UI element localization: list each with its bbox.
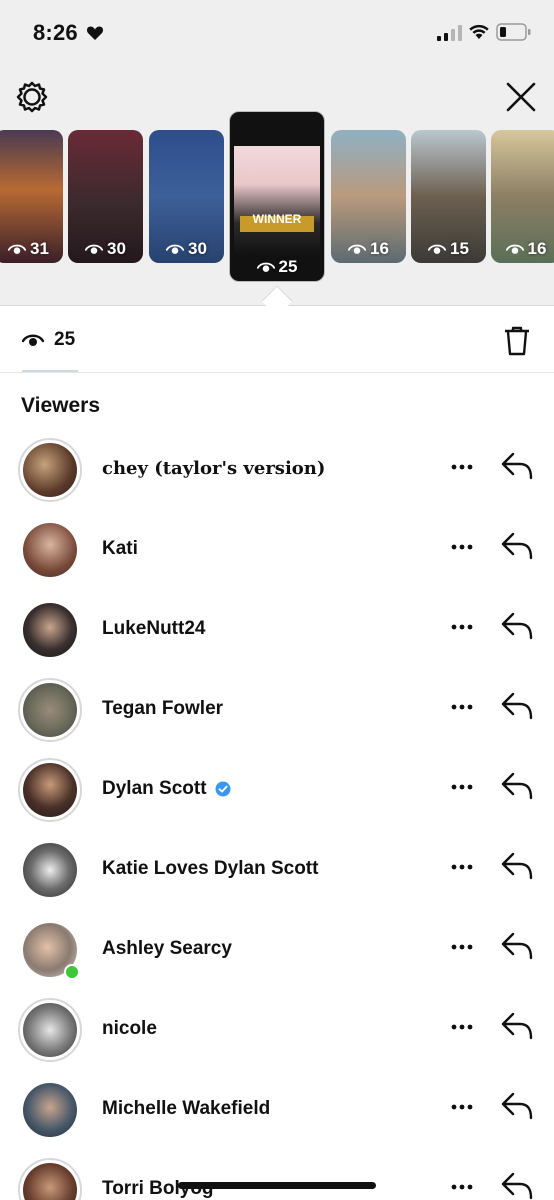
viewer-row[interactable]: Tegan Fowler [0,678,554,758]
more-options-icon[interactable] [450,1183,474,1191]
story-thumbnail[interactable]: 15 [411,130,486,263]
wifi-icon [469,24,489,39]
viewer-row[interactable]: Kati [0,518,554,598]
viewer-row[interactable]: Michelle Wakefield [0,1078,554,1158]
reply-icon[interactable] [500,531,534,561]
viewer-name[interactable]: nicole [102,1018,157,1040]
story-view-count: 25 [278,257,298,276]
more-options-icon[interactable] [450,543,474,551]
avatar[interactable] [18,838,82,902]
more-options-icon[interactable] [450,863,474,871]
stories-panel: 8:26 31 30 30 WINNER 25 16 15 16 [0,0,554,306]
eye-icon [22,334,44,346]
viewer-name-text[interactable]: Dylan Scott [102,778,207,800]
online-status-indicator [64,964,80,980]
reply-icon[interactable] [500,771,534,801]
viewer-row[interactable]: Katie Loves Dylan Scott [0,838,554,918]
viewer-name[interactable]: Kati [102,538,138,560]
more-options-icon[interactable] [450,943,474,951]
total-view-count: 25 [54,329,76,350]
viewer-row[interactable]: LukeNutt24 [0,598,554,678]
story-thumbnail[interactable]: 31 [0,130,63,263]
story-badge-text: WINNER [252,212,302,226]
reply-icon[interactable] [500,931,534,961]
viewer-name[interactable]: Dylan Scott [102,778,231,800]
story-thumbnail[interactable]: 30 [149,130,224,263]
story-view-count: 16 [370,239,389,258]
avatar[interactable] [18,1158,82,1200]
viewer-row[interactable]: Ashley Searcy [0,918,554,998]
more-options-icon[interactable] [450,1023,474,1031]
reply-icon[interactable] [500,1011,534,1041]
viewer-row[interactable]: chey (taylor's version) [0,438,554,518]
verified-badge-icon [215,781,231,797]
reply-icon[interactable] [500,851,534,881]
avatar[interactable] [18,518,82,582]
avatar[interactable] [18,1078,82,1142]
reply-icon[interactable] [500,1091,534,1121]
viewer-name[interactable]: LukeNutt24 [102,618,205,640]
avatar[interactable] [18,598,82,662]
status-bar: 8:26 [0,0,554,66]
view-summary-row: 25 [0,307,554,373]
eye-icon [428,244,447,254]
trash-icon[interactable] [503,325,531,357]
avatar[interactable] [18,758,82,822]
home-indicator[interactable] [178,1182,376,1189]
eye-icon [8,244,27,254]
story-view-count: 16 [527,239,547,258]
viewer-name[interactable]: chey (taylor's version) [102,458,325,479]
cellular-signal-icon [437,25,462,41]
story-image [234,146,320,256]
more-options-icon[interactable] [450,623,474,631]
reply-icon[interactable] [500,1171,534,1200]
status-time: 8:26 [33,20,78,45]
avatar[interactable] [18,438,82,502]
viewers-heading: Viewers [21,394,101,417]
story-thumbnail[interactable]: 16 [491,130,554,263]
reply-icon[interactable] [500,451,534,481]
eye-icon [85,244,104,254]
viewer-row[interactable]: nicole [0,998,554,1078]
story-view-count: 15 [450,239,469,258]
story-view-count: 31 [30,239,49,258]
battery-icon [496,23,531,41]
more-options-icon[interactable] [450,703,474,711]
viewer-name[interactable]: Ashley Searcy [102,938,232,960]
eye-icon [348,244,367,254]
eye-icon [505,244,524,254]
more-options-icon[interactable] [450,1103,474,1111]
more-options-icon[interactable] [450,783,474,791]
reply-icon[interactable] [500,691,534,721]
reply-icon[interactable] [500,611,534,641]
viewer-name[interactable]: Michelle Wakefield [102,1098,270,1120]
heart-icon [86,26,104,40]
avatar[interactable] [18,998,82,1062]
story-view-count: 30 [107,239,126,258]
viewer-name[interactable]: Tegan Fowler [102,698,223,720]
eye-icon [166,244,185,254]
story-carousel[interactable]: 31 30 30 WINNER 25 16 15 16 [0,108,554,288]
story-thumbnail[interactable]: 30 [68,130,143,263]
avatar[interactable] [18,678,82,742]
more-options-icon[interactable] [450,463,474,471]
viewer-row[interactable]: Dylan Scott [0,758,554,838]
eye-icon [256,262,275,272]
story-thumbnail[interactable]: 16 [331,130,406,263]
story-thumbnail-selected[interactable]: WINNER 25 [229,111,325,282]
story-view-count: 30 [188,239,207,258]
viewer-name[interactable]: Katie Loves Dylan Scott [102,858,318,880]
viewer-row[interactable]: Torri Bolyog [0,1158,554,1200]
active-tab-indicator [22,370,78,372]
